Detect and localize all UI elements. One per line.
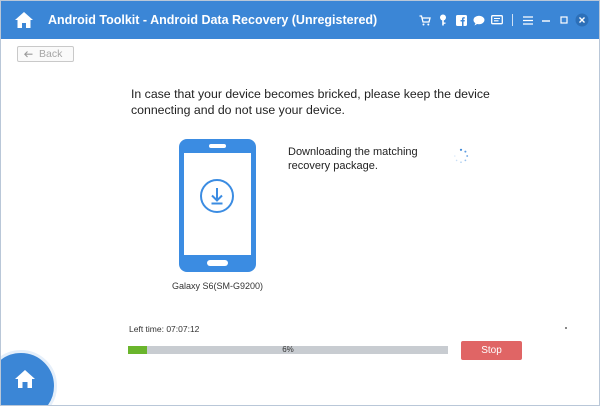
maximize-icon[interactable] <box>555 11 573 29</box>
device-name: Galaxy S6(SM-G9200) <box>171 281 264 291</box>
facebook-icon[interactable] <box>452 11 470 29</box>
phone-screen <box>184 153 251 255</box>
title-separator <box>512 14 513 26</box>
feedback-icon[interactable] <box>488 11 506 29</box>
home-icon[interactable] <box>14 11 34 29</box>
title-bar: Android Toolkit - Android Data Recovery … <box>1 1 599 39</box>
phone-speaker <box>209 144 226 148</box>
close-icon[interactable] <box>573 11 591 29</box>
app-window: Android Toolkit - Android Data Recovery … <box>0 0 600 406</box>
home-icon <box>15 370 35 388</box>
stop-button[interactable]: Stop <box>461 341 522 360</box>
loading-spinner-icon <box>453 148 469 164</box>
minimize-icon[interactable] <box>537 11 555 29</box>
home-shortcut-button[interactable] <box>1 350 57 405</box>
window-title: Android Toolkit - Android Data Recovery … <box>48 13 378 27</box>
progress-bar: 6% <box>128 345 448 354</box>
left-time: Left time: 07:07:12 <box>129 324 200 334</box>
title-actions <box>416 11 591 29</box>
menu-icon[interactable] <box>519 11 537 29</box>
phone-home-key <box>207 260 228 266</box>
status-dot <box>565 327 567 329</box>
chat-icon[interactable] <box>470 11 488 29</box>
back-arrow-icon <box>24 50 33 58</box>
phone-illustration <box>179 139 256 272</box>
progress-percent: 6% <box>282 345 294 354</box>
key-icon[interactable] <box>434 11 452 29</box>
back-label: Back <box>39 48 63 60</box>
back-button[interactable]: Back <box>17 46 74 62</box>
warning-message: In case that your device becomes bricked… <box>131 87 490 117</box>
download-icon <box>200 179 234 213</box>
download-status: Downloading the matching recovery packag… <box>288 146 418 172</box>
cart-icon[interactable] <box>416 11 434 29</box>
